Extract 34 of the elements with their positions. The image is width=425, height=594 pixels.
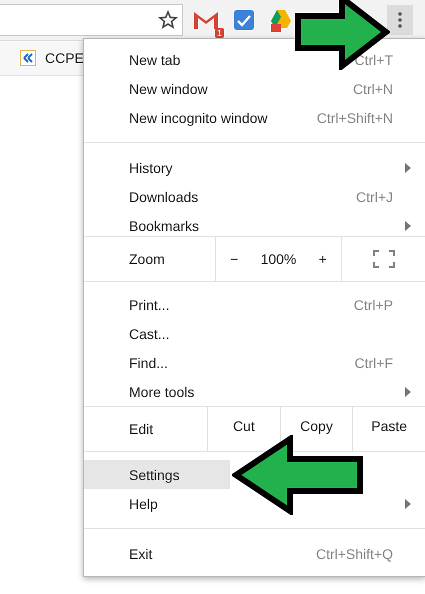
- keyboard-shortcut: Ctrl+J: [356, 188, 393, 204]
- bookmark-favicon-icon: [20, 50, 36, 66]
- fullscreen-icon: [372, 250, 394, 268]
- menu-button[interactable]: [387, 5, 413, 35]
- zoom-level: 100%: [260, 251, 296, 267]
- keyboard-shortcut: Ctrl+Shift+Q: [316, 546, 393, 562]
- edit-label: Edit: [128, 420, 154, 439]
- notification-badge: 1: [214, 28, 224, 38]
- menu-item[interactable]: More tools: [84, 377, 425, 406]
- more-vertical-icon: [398, 12, 402, 28]
- checkmark-extension-icon[interactable]: [233, 9, 255, 31]
- keyboard-shortcut: Ctrl+P: [354, 296, 393, 312]
- keyboard-shortcut: Ctrl+F: [354, 354, 393, 370]
- menu-item[interactable]: New incognito window Ctrl+Shift+N: [84, 103, 425, 132]
- star-icon[interactable]: [158, 10, 178, 30]
- keyboard-shortcut: Ctrl+N: [352, 80, 393, 96]
- menu-item[interactable]: Help: [84, 489, 425, 518]
- zoom-out-button[interactable]: −: [224, 251, 244, 267]
- zoom-in-button[interactable]: +: [312, 251, 333, 267]
- menu-item[interactable]: Bookmarks: [84, 211, 425, 240]
- edit-action-button[interactable]: Paste: [352, 407, 425, 451]
- menu-item[interactable]: Print... Ctrl+P: [84, 290, 425, 319]
- menu-item[interactable]: Find... Ctrl+F: [84, 348, 425, 377]
- drive-extension-icon[interactable]: [269, 8, 293, 32]
- menu-item[interactable]: Cast...: [84, 319, 425, 348]
- mail-extension-icon[interactable]: [193, 9, 219, 31]
- menu-item[interactable]: Settings: [84, 460, 230, 489]
- menu-item[interactable]: Downloads Ctrl+J: [84, 182, 425, 211]
- keyboard-shortcut: Ctrl+Shift+N: [316, 110, 393, 126]
- menu-item[interactable]: Exit Ctrl+Shift+Q: [84, 539, 425, 568]
- bookmark-link[interactable]: CCPE: [45, 50, 84, 66]
- menu-item[interactable]: New window Ctrl+N: [84, 74, 425, 103]
- zoom-label: Zoom: [128, 250, 166, 269]
- menu-item[interactable]: History: [84, 153, 425, 182]
